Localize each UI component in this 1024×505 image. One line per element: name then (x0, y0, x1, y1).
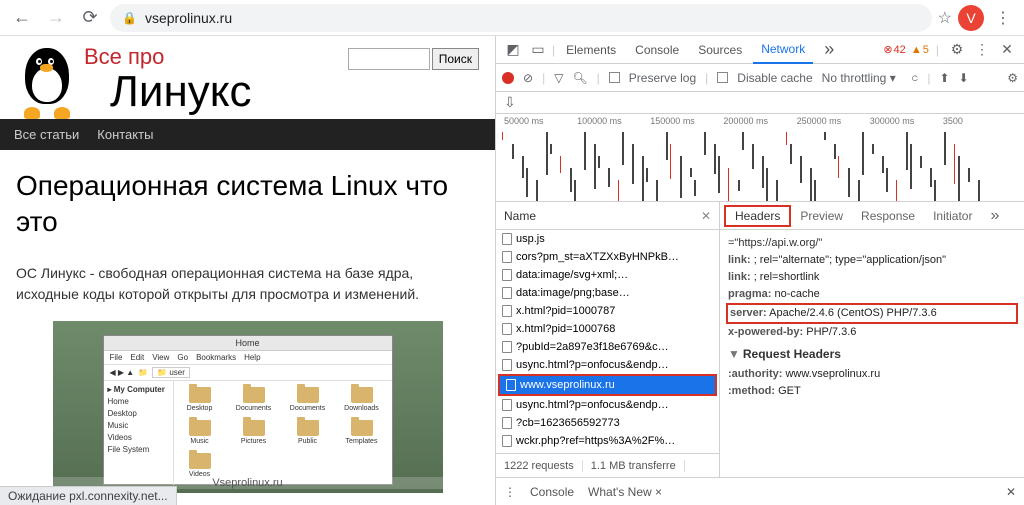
network-request-row[interactable]: data:image/svg+xml;… (496, 266, 719, 284)
browser-status-text: Ожидание pxl.connexity.net... (0, 486, 177, 505)
upload-har-icon[interactable]: ⬆ (940, 71, 950, 85)
detail-tabs: Headers Preview Response Initiator » (720, 202, 1024, 230)
tux-penguin-logo (16, 44, 78, 119)
headers-view[interactable]: ="https://api.w.org/" link: ; rel="alter… (720, 230, 1024, 477)
disable-cache-checkbox[interactable] (717, 72, 728, 83)
warning-badge-icon[interactable]: ▲ (911, 44, 922, 56)
inspect-element-icon[interactable]: ◩ (502, 41, 524, 58)
tab-elements[interactable]: Elements (558, 36, 624, 64)
device-toggle-icon[interactable]: ▭ (527, 41, 549, 58)
response-header-row: link: ; rel=shortlink (728, 269, 1016, 286)
clear-icon[interactable]: ⊘ (523, 71, 533, 85)
article-title: Операционная система Linux что это (16, 168, 479, 241)
subtabs-overflow-icon[interactable]: » (981, 205, 1008, 227)
network-request-row[interactable]: ?cb=1623656592773 (496, 414, 719, 432)
network-request-row[interactable]: usp.js (496, 230, 719, 248)
tab-console[interactable]: Console (627, 36, 687, 64)
request-header-row: :authority: www.vseprolinux.ru (728, 366, 1016, 383)
response-header-row: server: Apache/2.4.6 (CentOS) PHP/7.3.6 (726, 303, 1018, 324)
error-badge-icon[interactable]: ⊗ (883, 43, 892, 56)
subtab-initiator[interactable]: Initiator (924, 205, 981, 227)
lock-icon: 🔒 (122, 11, 137, 25)
preserve-log-label: Preserve log (629, 71, 696, 85)
request-headers-section: Request Headers (743, 347, 841, 361)
devtools-close-icon[interactable]: ✕ (996, 41, 1018, 58)
fm-window-title: Home (104, 336, 392, 351)
search-icon[interactable]: 🔍︎ (572, 71, 587, 85)
network-settings-icon[interactable]: ⚙ (1007, 71, 1018, 85)
profile-avatar[interactable]: V (958, 5, 984, 31)
network-toolbar: ⊘ | ▽ 🔍︎ | Preserve log | Disable cache … (496, 64, 1024, 92)
transfer-size: 1.1 MB transferre (583, 460, 685, 472)
back-button[interactable]: ← (8, 4, 36, 32)
devtools-settings-icon[interactable]: ⚙ (946, 41, 968, 58)
network-request-row[interactable]: wckr.php?ref=https%3A%2F%… (496, 432, 719, 450)
tab-sources[interactable]: Sources (690, 36, 750, 64)
subtab-response[interactable]: Response (852, 205, 924, 227)
devtools-menu-icon[interactable]: ⋮ (971, 41, 993, 58)
browser-menu-button[interactable]: ⋮ (990, 8, 1016, 28)
devtools-tabbar: ◩ ▭ | Elements Console Sources Network »… (496, 36, 1024, 64)
article-screenshot: Home FileEditViewGoBookmarksHelp ◀ ▶ ▲ 📁… (53, 321, 443, 493)
network-request-row[interactable]: x.html?pid=1000768 (496, 320, 719, 338)
disable-cache-label: Disable cache (737, 71, 812, 85)
network-request-row[interactable]: ?pubId=2a897e3f18e6769&c… (496, 338, 719, 356)
request-count: 1222 requests (496, 460, 583, 472)
filter-icon[interactable]: ▽ (554, 71, 563, 85)
network-timeline[interactable]: 50000 ms100000 ms150000 ms200000 ms25000… (496, 114, 1024, 202)
close-detail-icon[interactable]: ✕ (701, 209, 711, 223)
address-bar[interactable]: 🔒 vseprolinux.ru (110, 4, 932, 32)
response-header-row: link: ; rel="alternate"; type="applicati… (728, 252, 1016, 269)
request-header-row: :method: GET (728, 383, 1016, 400)
drawer-menu-icon[interactable]: ⋮ (504, 485, 516, 499)
devtools-drawer: ⋮ Console What's New × ✕ (496, 477, 1024, 505)
subtab-headers[interactable]: Headers (724, 205, 791, 227)
site-nav: Все статьи Контакты (0, 119, 495, 150)
site-header: Все про Линукс Поиск (0, 36, 495, 119)
response-header-row: x-powered-by: PHP/7.3.6 (728, 324, 1016, 341)
response-header-row: pragma: no-cache (728, 286, 1016, 303)
bookmark-star-icon[interactable]: ☆ (938, 8, 952, 28)
network-request-row[interactable]: www.vseprolinux.ru (498, 374, 717, 396)
subtab-preview[interactable]: Preview (791, 205, 852, 227)
warning-count: 5 (923, 44, 929, 56)
page-content: Все про Линукс Поиск Все статьи Контакты… (0, 36, 495, 505)
tabs-overflow-icon[interactable]: » (816, 36, 842, 64)
network-request-row[interactable]: cors?pm_st=aXTZXxByHNPkB… (496, 248, 719, 266)
reload-button[interactable]: ⟳ (76, 4, 104, 32)
preserve-log-checkbox[interactable] (609, 72, 620, 83)
nav-contacts[interactable]: Контакты (97, 127, 153, 142)
brand-line2: Линукс (110, 70, 252, 114)
wifi-icon[interactable]: �င (905, 69, 919, 87)
throttling-select[interactable]: No throttling ▾ (822, 71, 896, 85)
network-request-row[interactable]: usync.html?p=onfocus&endp… (496, 396, 719, 414)
name-column-header[interactable]: Name ✕ (496, 202, 719, 230)
record-button[interactable] (502, 72, 514, 84)
article-paragraph: ОС Линукс - свободная операционная систе… (16, 263, 479, 305)
error-count: 42 (894, 44, 906, 56)
drawer-tab-console[interactable]: Console (530, 485, 574, 499)
network-request-row[interactable]: usync.html?p=onfocus&endp… (496, 356, 719, 374)
tab-network[interactable]: Network (753, 36, 813, 64)
nav-all-articles[interactable]: Все статьи (14, 127, 79, 142)
download-icon[interactable]: ⇩ (504, 94, 516, 111)
browser-toolbar: ← → ⟳ 🔒 vseprolinux.ru ☆ V ⋮ (0, 0, 1024, 36)
drawer-close-icon[interactable]: ✕ (1006, 485, 1016, 499)
drawer-tab-whatsnew[interactable]: What's New × (588, 485, 662, 499)
url-text: vseprolinux.ru (145, 10, 232, 26)
site-search-button[interactable]: Поиск (432, 48, 479, 70)
network-request-row[interactable]: x.html?pid=1000787 (496, 302, 719, 320)
site-search-input[interactable] (348, 48, 430, 70)
download-har-icon[interactable]: ⬇ (959, 71, 969, 85)
header-row: ="https://api.w.org/" (728, 235, 1016, 252)
devtools-panel: ◩ ▭ | Elements Console Sources Network »… (495, 36, 1024, 505)
network-request-row[interactable]: data:image/png;base… (496, 284, 719, 302)
forward-button[interactable]: → (42, 4, 70, 32)
